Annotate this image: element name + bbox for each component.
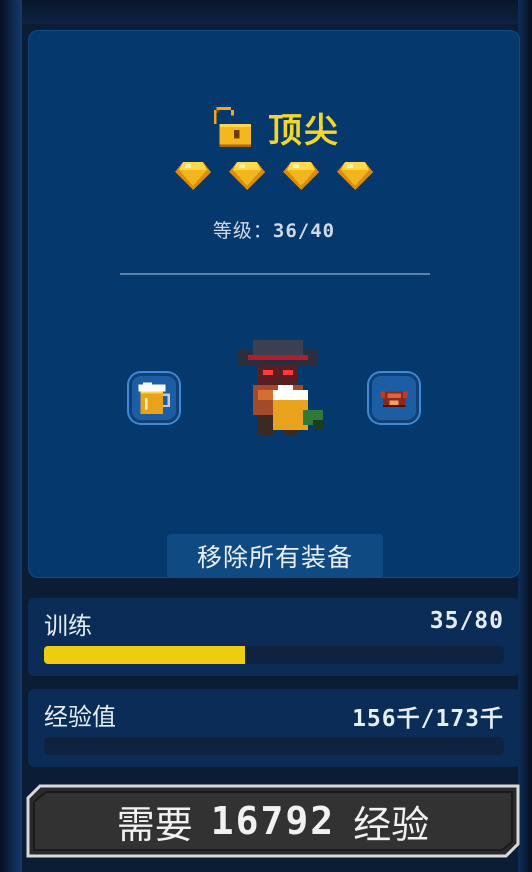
need-experience-button[interactable]: 需要 16792 经验 [26, 784, 520, 858]
need-amount: 16792 [210, 799, 336, 843]
remove-all-equipment-button[interactable]: 移除所有装备 [167, 534, 383, 578]
knight-character-icon [238, 340, 323, 435]
gold-gem-icon [175, 162, 211, 190]
divider [120, 273, 430, 275]
training-progress-fill [44, 646, 246, 664]
top-edge [0, 0, 532, 24]
training-panel: 训练 35/80 [28, 598, 520, 676]
level-value: 36/40 [272, 220, 336, 242]
gold-gem-icon [283, 162, 319, 190]
level-indicator: 等级：36/40 [28, 216, 520, 243]
star-gems [28, 160, 520, 200]
experience-value: 156千/173千 [352, 706, 504, 732]
need-experience-text: 需要 16792 经验 [26, 784, 520, 858]
equipment-slot-right[interactable] [369, 373, 419, 423]
training-label: 训练 [44, 612, 92, 640]
need-suffix: 经验 [353, 802, 430, 847]
beer-mug-icon [138, 382, 170, 414]
unlocked-padlock-icon[interactable] [208, 104, 254, 150]
training-value: 35/80 [429, 608, 504, 634]
hero-card: 顶尖 等级：36/40 移除所有装备 [28, 30, 520, 578]
red-armor-icon [380, 391, 408, 407]
training-progress-bar [44, 646, 504, 664]
experience-progress-bar [44, 737, 504, 755]
equipment-slot-left[interactable] [129, 373, 179, 423]
rank-title-row: 顶尖 [28, 102, 520, 152]
gold-gem-icon [337, 162, 373, 190]
right-frame-edge [518, 0, 532, 872]
level-label: 等级： [212, 220, 273, 242]
need-prefix: 需要 [116, 802, 193, 847]
experience-label: 经验值 [44, 703, 116, 731]
rank-title: 顶尖 [268, 110, 340, 151]
left-frame-edge [0, 0, 22, 872]
experience-panel: 经验值 156千/173千 [28, 689, 520, 767]
gold-gem-icon [229, 162, 265, 190]
